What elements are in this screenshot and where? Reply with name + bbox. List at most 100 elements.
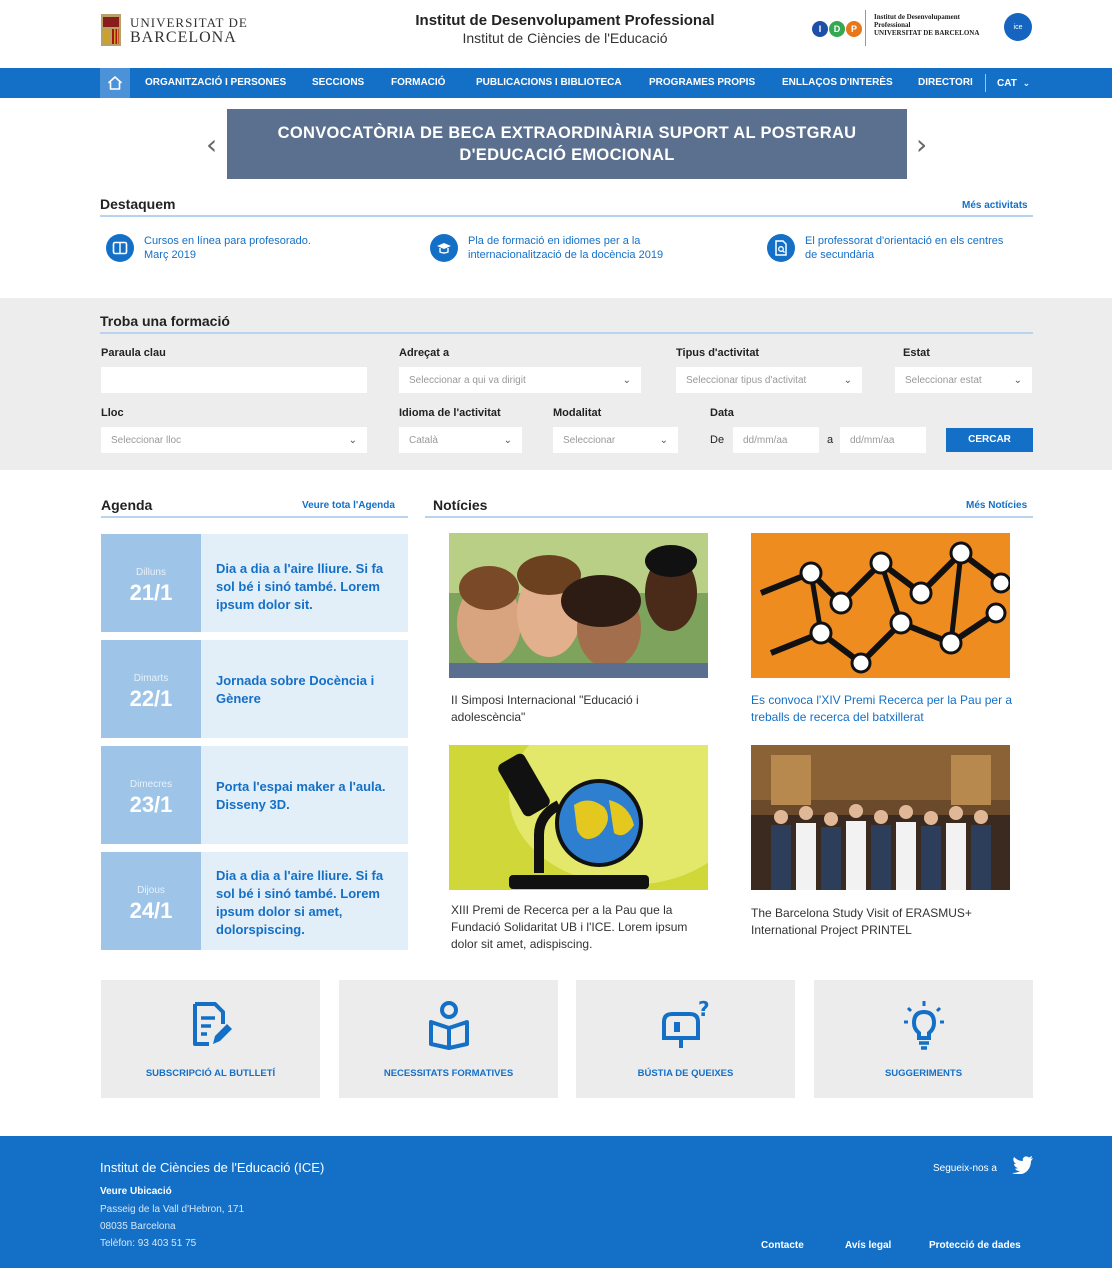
news-image-microscope[interactable] bbox=[449, 745, 708, 890]
chevron-down-icon: ⌄ bbox=[622, 374, 631, 386]
footer-proteccio-link[interactable]: Protecció de dades bbox=[929, 1240, 1021, 1251]
twitter-icon[interactable] bbox=[1012, 1156, 1034, 1174]
search-divider bbox=[100, 332, 1033, 334]
idp-logo-text: Institut de Desenvolupament Professional… bbox=[874, 13, 979, 37]
nav-programes[interactable]: PROGRAMES PROPIS bbox=[649, 68, 755, 98]
destaquem-item-1-line1: Cursos en línea para profesorado. bbox=[144, 235, 311, 247]
carousel-next-icon[interactable]: › bbox=[916, 128, 927, 161]
document-edit-icon bbox=[192, 1002, 232, 1046]
lloc-placeholder: Seleccionar lloc bbox=[111, 434, 182, 446]
footer-avis-legal-link[interactable]: Avís legal bbox=[845, 1240, 891, 1251]
veure-agenda-link[interactable]: Veure tota l'Agenda bbox=[302, 500, 395, 511]
date-to-label: a bbox=[827, 434, 834, 446]
agenda-item[interactable]: Dimecres 23/1 Porta l'espai maker a l'au… bbox=[101, 746, 408, 844]
ub-line2: BARCELONA bbox=[130, 29, 237, 46]
tile-subscripcio[interactable]: SUBSCRIPCIÓ AL BUTLLETÍ bbox=[101, 980, 320, 1098]
chevron-down-icon: ⌄ bbox=[503, 434, 512, 446]
agenda-item[interactable]: Dilluns 21/1 Dia a dia a l'aire lliure. … bbox=[101, 534, 408, 632]
news-image-network[interactable] bbox=[751, 533, 1010, 678]
date-from-input[interactable]: dd/mm/aa bbox=[733, 427, 819, 453]
news-image-students[interactable] bbox=[449, 533, 708, 678]
home-button[interactable] bbox=[100, 68, 130, 98]
destaquem-item-2-line2: internacionalització de la docència 2019 bbox=[468, 249, 664, 261]
ub-wordmark: UNIVERSITAT DE BARCELONA bbox=[130, 15, 248, 46]
nav-organitzacio[interactable]: ORGANITZACIÓ I PERSONES bbox=[145, 68, 286, 98]
destaquem-item-1-line2: Març 2019 bbox=[144, 249, 196, 261]
idp-text-3: UNIVERSITAT DE BARCELONA bbox=[874, 29, 980, 37]
veure-ubicacio-link[interactable]: Veure Ubicació bbox=[100, 1186, 172, 1197]
agenda-day: Dilluns bbox=[135, 567, 166, 578]
ice-logo-icon[interactable]: ice bbox=[1004, 13, 1032, 41]
news-caption-2[interactable]: Es convoca l'XIV Premi Recerca per la Pa… bbox=[751, 692, 1016, 726]
mes-noticies-link[interactable]: Més Notícies bbox=[966, 500, 1027, 511]
adrecat-select[interactable]: Seleccionar a qui va dirigit ⌄ bbox=[399, 367, 641, 393]
agenda-date: Dimecres 23/1 bbox=[101, 746, 201, 844]
news-caption-3[interactable]: XIII Premi de Recerca per a la Pau que l… bbox=[451, 902, 711, 953]
banner-slide[interactable]: CONVOCATÒRIA DE BECA EXTRAORDINÀRIA SUPO… bbox=[227, 109, 907, 179]
idp-dot-p: P bbox=[846, 21, 862, 37]
nav-enllacos[interactable]: ENLLAÇOS D'INTERÈS bbox=[782, 68, 893, 98]
agenda-date: Dijous 24/1 bbox=[101, 852, 201, 950]
header-divider bbox=[865, 10, 866, 46]
agenda-title: Agenda bbox=[101, 497, 153, 513]
estat-select[interactable]: Seleccionar estat ⌄ bbox=[895, 367, 1032, 393]
idioma-select[interactable]: Català ⌄ bbox=[399, 427, 522, 453]
ub-line1: UNIVERSITAT DE bbox=[130, 15, 248, 30]
mailbox-question-icon: ? bbox=[661, 1000, 709, 1048]
agenda-item-title: Dia a dia a l'aire lliure. Si fa sol bé … bbox=[216, 561, 384, 612]
site-title[interactable]: Institut de Desenvolupament Professional… bbox=[380, 12, 750, 46]
agenda-item[interactable]: Dimarts 22/1 Jornada sobre Docència i Gè… bbox=[101, 640, 408, 738]
carousel-prev-icon[interactable]: ‹ bbox=[206, 128, 217, 161]
tile-necessitats[interactable]: NECESSITATS FORMATIVES bbox=[339, 980, 558, 1098]
nav-formacio[interactable]: FORMACIÓ bbox=[391, 68, 445, 98]
follow-us-label: Segueix-nos a bbox=[933, 1163, 997, 1174]
footer-contacte-link[interactable]: Contacte bbox=[761, 1240, 804, 1251]
date-from-label: De bbox=[710, 434, 725, 446]
ub-logo[interactable]: UNIVERSITAT DE BARCELONA bbox=[100, 12, 260, 48]
agenda-date-num: 23/1 bbox=[129, 792, 173, 817]
agenda-item[interactable]: Dijous 24/1 Dia a dia a l'aire lliure. S… bbox=[101, 852, 408, 950]
agenda-item-title: Porta l'espai maker a l'aula. Disseny 3D… bbox=[216, 779, 386, 812]
modalitat-select[interactable]: Seleccionar ⌄ bbox=[553, 427, 678, 453]
chevron-down-icon: ⌄ bbox=[659, 434, 668, 446]
agenda-day: Dimarts bbox=[133, 673, 169, 684]
lloc-label: Lloc bbox=[101, 407, 124, 419]
mes-activitats-link[interactable]: Més activitats bbox=[962, 200, 1028, 211]
destaquem-item-2[interactable]: Pla de formació en idiomes per a la inte… bbox=[430, 234, 663, 262]
tile-suggeriments[interactable]: SUGGERIMENTS bbox=[814, 980, 1033, 1098]
news-caption-4[interactable]: The Barcelona Study Visit of ERASMUS+ In… bbox=[751, 905, 1011, 939]
nav-publicacions[interactable]: PUBLICACIONS I BIBLIOTECA bbox=[476, 68, 622, 98]
tipus-placeholder: Seleccionar tipus d'activitat bbox=[686, 374, 807, 386]
nav-directori[interactable]: DIRECTORI bbox=[918, 68, 973, 98]
destaquem-item-3[interactable]: El professorat d'orientació en els centr… bbox=[767, 234, 1003, 262]
modalitat-placeholder: Seleccionar bbox=[563, 434, 616, 446]
agenda-item-title: Dia a dia a l'aire lliure. Si fa sol bé … bbox=[216, 868, 384, 937]
news-caption-1[interactable]: II Simposi Internacional "Educació i ado… bbox=[451, 692, 706, 726]
site-title-sub: Institut de Ciències de l'Educació bbox=[462, 30, 668, 46]
tipus-select[interactable]: Seleccionar tipus d'activitat ⌄ bbox=[676, 367, 862, 393]
banner-line2: D'EDUCACIÓ EMOCIONAL bbox=[459, 146, 675, 164]
tile-bustia-label: BÚSTIA DE QUEIXES bbox=[637, 1068, 734, 1079]
language-selector[interactable]: CAT ⌄ bbox=[997, 68, 1030, 98]
search-button[interactable]: CERCAR bbox=[946, 428, 1033, 452]
destaquem-item-1[interactable]: Cursos en línea para profesorado. Març 2… bbox=[106, 234, 311, 262]
keyword-label: Paraula clau bbox=[101, 347, 166, 359]
lloc-select[interactable]: Seleccionar lloc ⌄ bbox=[101, 427, 367, 453]
agenda-date: Dilluns 21/1 bbox=[101, 534, 201, 632]
idp-logo-icon[interactable]: I D P bbox=[812, 21, 862, 37]
adrecat-label: Adreçat a bbox=[399, 347, 450, 359]
destaquem-divider bbox=[100, 215, 1033, 217]
agenda-date-num: 21/1 bbox=[129, 580, 173, 605]
nav-seccions[interactable]: SECCIONS bbox=[312, 68, 364, 98]
footer-address-2: 08035 Barcelona bbox=[100, 1221, 176, 1232]
news-image-group[interactable] bbox=[751, 745, 1010, 890]
adrecat-placeholder: Seleccionar a qui va dirigit bbox=[409, 374, 526, 386]
date-to-input[interactable]: dd/mm/aa bbox=[840, 427, 926, 453]
lightbulb-icon bbox=[903, 1001, 944, 1050]
agenda-date-num: 24/1 bbox=[129, 898, 173, 923]
idp-dot-d: D bbox=[829, 21, 845, 37]
keyword-input[interactable] bbox=[101, 367, 367, 393]
graduation-cap-icon bbox=[430, 234, 458, 262]
tile-bustia[interactable]: ? BÚSTIA DE QUEIXES bbox=[576, 980, 795, 1098]
footer-title: Institut de Ciències de l'Educació (ICE) bbox=[100, 1160, 325, 1175]
